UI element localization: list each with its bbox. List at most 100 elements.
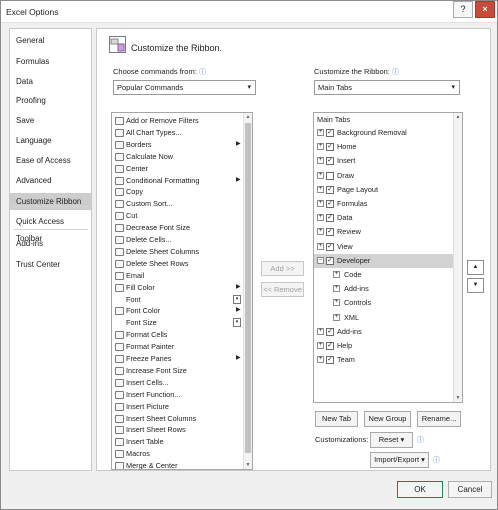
tab-item[interactable]: − ✓ Developer: [314, 253, 454, 268]
expand-icon[interactable]: +: [317, 171, 324, 179]
add-button[interactable]: Add >>: [261, 261, 304, 276]
command-item[interactable]: Insert Picture: [112, 401, 236, 413]
tab-checkbox[interactable]: ✓: [326, 143, 334, 152]
tab-checkbox[interactable]: ✓: [326, 256, 334, 265]
command-item[interactable]: Borders ▶: [112, 139, 241, 151]
scroll-up-icon[interactable]: ▲: [244, 113, 252, 121]
command-item[interactable]: Insert Sheet Rows: [112, 424, 236, 436]
expand-icon[interactable]: +: [317, 242, 324, 250]
command-item[interactable]: Insert Cells...: [112, 377, 236, 389]
tab-item[interactable]: + ✓ Add-ins: [314, 325, 454, 339]
expand-icon[interactable]: +: [317, 129, 324, 136]
commands-list[interactable]: Add or Remove Filters All Chart Types... B…: [111, 112, 253, 470]
tab-item[interactable]: + ✓ Insert: [314, 154, 454, 168]
expand-icon[interactable]: +: [317, 200, 324, 207]
command-item[interactable]: Insert Sheet Columns: [112, 413, 236, 425]
command-item[interactable]: Delete Sheet Rows: [112, 258, 236, 270]
tab-checkbox[interactable]: ✓: [326, 342, 334, 350]
expand-icon[interactable]: +: [317, 143, 324, 151]
command-item[interactable]: Custom Sort...: [112, 198, 236, 210]
command-item[interactable]: Format Cells: [112, 329, 236, 341]
command-item[interactable]: Font ▾: [112, 294, 241, 306]
choose-commands-dropdown[interactable]: Popular Commands ▾: [113, 80, 256, 95]
tab-checkbox[interactable]: ✓: [326, 200, 334, 208]
tab-checkbox[interactable]: ✓: [326, 157, 334, 166]
tab-checkbox[interactable]: ✓: [326, 214, 334, 223]
group-item[interactable]: + XML: [314, 311, 454, 325]
import-export-button[interactable]: Import/Export ▾: [370, 452, 429, 468]
tab-item[interactable]: + Draw: [314, 169, 454, 183]
collapse-icon[interactable]: −: [317, 256, 324, 264]
tab-checkbox[interactable]: ✓: [326, 327, 334, 336]
expand-icon[interactable]: +: [317, 228, 324, 236]
scroll-down-icon[interactable]: ▼: [244, 461, 252, 469]
sidebar-item-formulas[interactable]: Formulas: [10, 53, 91, 70]
command-item[interactable]: All Chart Types...: [112, 127, 236, 139]
ok-button[interactable]: OK: [397, 481, 443, 498]
command-item[interactable]: Calculate Now: [112, 151, 236, 163]
command-item[interactable]: Copy: [112, 186, 236, 198]
scroll-thumb[interactable]: [245, 123, 251, 453]
new-tab-button[interactable]: New Tab: [315, 411, 358, 427]
group-item[interactable]: + Add-ins: [314, 282, 454, 296]
sidebar-item-data[interactable]: Data: [10, 73, 91, 90]
new-group-button[interactable]: New Group: [364, 411, 411, 427]
sidebar-item-language[interactable]: Language: [10, 132, 91, 149]
commands-scrollbar[interactable]: ▲ ▼: [243, 113, 252, 469]
tabs-scrollbar[interactable]: ▲ ▼: [453, 113, 462, 402]
tab-item[interactable]: + ✓ View: [314, 240, 454, 254]
tab-checkbox[interactable]: ✓: [326, 185, 334, 194]
tab-item[interactable]: + ✓ Review: [314, 225, 454, 239]
sidebar-item-general[interactable]: General: [10, 32, 91, 49]
expand-icon[interactable]: +: [317, 157, 324, 165]
remove-button[interactable]: << Remove: [261, 282, 304, 297]
command-item[interactable]: Center: [112, 163, 236, 175]
expand-icon[interactable]: +: [317, 327, 324, 335]
command-item[interactable]: Delete Cells...: [112, 234, 236, 246]
command-item[interactable]: Macros: [112, 448, 236, 460]
command-item[interactable]: Cut: [112, 210, 236, 222]
tab-checkbox[interactable]: [326, 171, 334, 180]
command-item[interactable]: Fill Color ▶: [112, 282, 241, 294]
cancel-button[interactable]: Cancel: [448, 481, 492, 498]
close-button[interactable]: ×: [475, 1, 495, 18]
group-item[interactable]: + Controls: [314, 296, 454, 310]
expand-icon[interactable]: +: [317, 214, 324, 222]
move-up-button[interactable]: ▲: [467, 260, 484, 275]
expand-icon[interactable]: +: [333, 313, 340, 321]
ribbon-tabs-tree[interactable]: Main Tabs + ✓ Background Removal + ✓ Home + ✓ In…: [313, 112, 463, 403]
tab-item[interactable]: + ✓ Page Layout: [314, 183, 454, 197]
sidebar-item-customize-ribbon[interactable]: Customize Ribbon: [10, 193, 91, 210]
sidebar-item-save[interactable]: Save: [10, 112, 91, 129]
scroll-up-icon[interactable]: ▲: [454, 113, 462, 121]
sidebar-item-quick-access-toolbar[interactable]: Quick Access Toolbar: [10, 213, 91, 243]
command-item[interactable]: Add or Remove Filters: [112, 115, 236, 127]
command-item[interactable]: Insert Function...: [112, 389, 236, 401]
command-item[interactable]: Conditional Formatting ▶: [112, 175, 241, 187]
command-item[interactable]: Merge & Center: [112, 460, 236, 469]
expand-icon[interactable]: +: [317, 185, 324, 193]
command-item[interactable]: Font Color ▶: [112, 305, 241, 317]
command-item[interactable]: Increase Font Size: [112, 365, 236, 377]
command-item[interactable]: Format Painter: [112, 341, 236, 353]
command-item[interactable]: Delete Sheet Columns: [112, 246, 236, 258]
tab-item[interactable]: + ✓ Data: [314, 211, 454, 225]
expand-icon[interactable]: +: [333, 271, 340, 278]
reset-button[interactable]: Reset ▾: [370, 432, 413, 448]
tab-item[interactable]: + ✓ Formulas: [314, 197, 454, 211]
expand-icon[interactable]: +: [317, 342, 324, 349]
tab-checkbox[interactable]: ✓: [326, 129, 334, 137]
move-down-button[interactable]: ▼: [467, 278, 484, 293]
command-item[interactable]: Freeze Panes ▶: [112, 353, 241, 365]
tab-item[interactable]: + ✓ Home: [314, 140, 454, 154]
expand-icon[interactable]: +: [333, 299, 340, 307]
tab-checkbox[interactable]: ✓: [326, 242, 334, 251]
tab-checkbox[interactable]: ✓: [326, 356, 334, 365]
tab-checkbox[interactable]: ✓: [326, 228, 334, 237]
customize-ribbon-dropdown[interactable]: Main Tabs ▾: [314, 80, 460, 95]
scroll-down-icon[interactable]: ▼: [454, 394, 462, 402]
command-item[interactable]: Font Size ▾: [112, 317, 241, 329]
group-item[interactable]: + Code: [314, 268, 454, 282]
expand-icon[interactable]: +: [317, 356, 324, 364]
sidebar-item-trust-center[interactable]: Trust Center: [10, 256, 91, 273]
